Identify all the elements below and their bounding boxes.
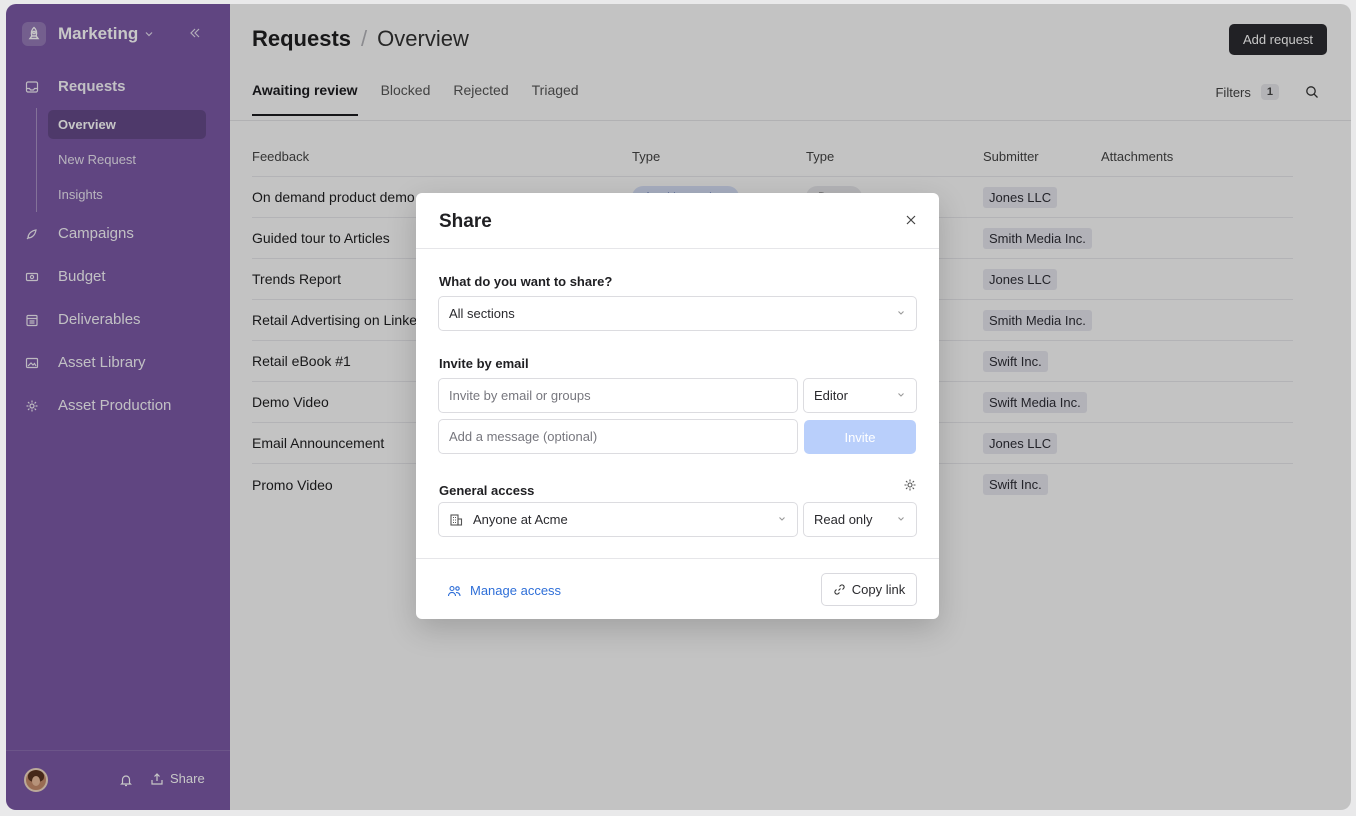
share-dialog: Share What do you want to share? All sec… [416, 193, 939, 619]
divider [416, 248, 939, 249]
invite-button[interactable]: Invite [804, 420, 916, 454]
manage-access-label: Manage access [470, 583, 562, 598]
chevron-down-icon [896, 514, 906, 524]
chevron-down-icon [896, 308, 906, 318]
app-window: Marketing Requests Overview New Request … [6, 4, 1351, 810]
building-icon [449, 513, 463, 527]
manage-access-link[interactable]: Manage access [447, 583, 561, 598]
share-scope-label: What do you want to share? [439, 274, 613, 289]
people-icon [447, 584, 462, 598]
copy-link-label: Copy link [851, 582, 906, 597]
general-access-label: General access [439, 483, 535, 498]
divider [416, 558, 939, 559]
chevron-down-icon [896, 390, 906, 400]
close-icon[interactable] [905, 214, 917, 226]
dialog-title: Share [439, 211, 492, 232]
email-field[interactable]: Invite by email or groups [438, 378, 798, 413]
copy-link-button[interactable]: Copy link [821, 573, 917, 606]
access-scope-value: Anyone at Acme [473, 512, 568, 527]
access-level-value: Read only [814, 512, 873, 527]
role-value: Editor [814, 388, 848, 403]
access-level-select[interactable]: Read only [803, 502, 917, 537]
share-scope-select[interactable]: All sections [438, 296, 917, 331]
link-icon [833, 583, 846, 596]
message-field[interactable]: Add a message (optional) [438, 419, 798, 454]
invite-label: Invite by email [439, 356, 529, 371]
chevron-down-icon [777, 514, 787, 524]
gear-icon[interactable] [903, 478, 917, 492]
share-scope-value: All sections [449, 306, 515, 321]
access-scope-select[interactable]: Anyone at Acme [438, 502, 798, 537]
role-select[interactable]: Editor [803, 378, 917, 413]
